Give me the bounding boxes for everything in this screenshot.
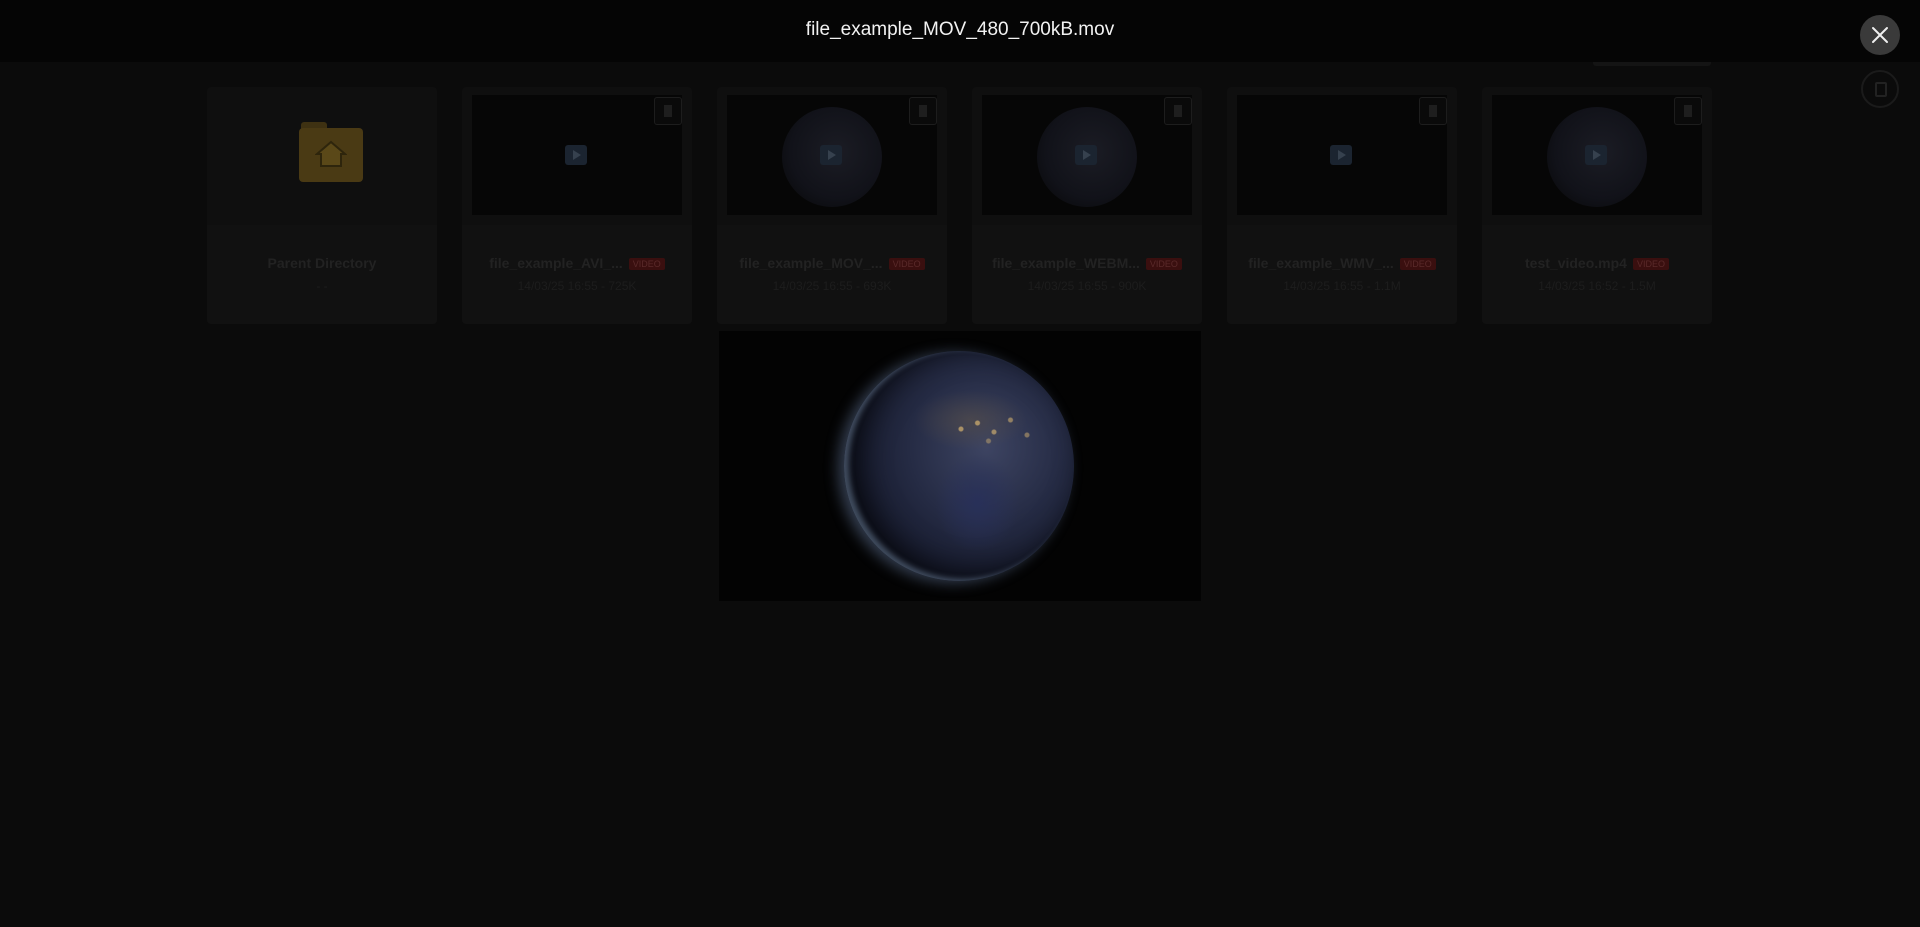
card-thumbnail: [982, 95, 1192, 215]
play-icon: [1075, 145, 1097, 165]
card-name: Parent Directory: [267, 255, 377, 271]
video-badge: VIDEO: [628, 258, 665, 271]
clipboard-icon: [1875, 82, 1887, 97]
play-icon: [1330, 145, 1352, 165]
card-video[interactable]: file_example_MOV_... VIDEO 14/03/25 16:55…: [717, 87, 947, 324]
card-parent-directory[interactable]: Parent Directory - -: [207, 87, 437, 324]
card-meta: 14/03/25 16:55 - 725K: [517, 279, 637, 293]
card-name: file_example_AVI_...: [489, 255, 623, 271]
card-thumbnail: [1492, 95, 1702, 215]
card-video[interactable]: file_example_WEBM... VIDEO 14/03/25 16:55…: [972, 87, 1202, 324]
select-checkbox[interactable]: [1674, 97, 1702, 125]
card-thumbnail: [217, 95, 427, 215]
video-badge: VIDEO: [1145, 258, 1182, 271]
viewer-top-bar: file_example_MOV_480_700kB.mov: [0, 0, 1920, 62]
select-checkbox[interactable]: [654, 97, 682, 125]
card-name: file_example_WMV_...: [1248, 255, 1394, 271]
card-thumbnail: [727, 95, 937, 215]
card-meta: 14/03/25 16:55 - 693K: [772, 279, 892, 293]
card-name: file_example_WEBM...: [992, 255, 1140, 271]
card-meta: 14/03/25 16:55 - 1.1M: [1283, 279, 1401, 293]
video-player[interactable]: [719, 331, 1201, 601]
close-icon: [1872, 27, 1888, 43]
viewer-title: file_example_MOV_480_700kB.mov: [805, 19, 1115, 40]
video-badge: VIDEO: [1632, 258, 1669, 271]
card-meta: - -: [316, 279, 328, 293]
play-icon: [565, 145, 587, 165]
clipboard-button[interactable]: [1861, 70, 1899, 108]
card-video[interactable]: file_example_WMV_... VIDEO 14/03/25 16:55…: [1227, 87, 1457, 324]
video-badge: VIDEO: [888, 258, 925, 271]
video-badge: VIDEO: [1399, 258, 1436, 271]
card-thumbnail: [1237, 95, 1447, 215]
card-name: test_video.mp4: [1525, 255, 1627, 271]
play-icon: [1585, 145, 1607, 165]
home-folder-icon: [299, 122, 363, 182]
select-checkbox[interactable]: [1419, 97, 1447, 125]
card-video[interactable]: file_example_AVI_... VIDEO 14/03/25 16:55…: [462, 87, 692, 324]
card-name: file_example_MOV_...: [739, 255, 883, 271]
close-button[interactable]: [1860, 15, 1900, 55]
card-meta: 14/03/25 16:52 - 1.5M: [1538, 279, 1656, 293]
select-checkbox[interactable]: [1164, 97, 1192, 125]
card-video[interactable]: test_video.mp4 VIDEO 14/03/25 16:52 - 1.5…: [1482, 87, 1712, 324]
card-thumbnail: [472, 95, 682, 215]
select-checkbox[interactable]: [909, 97, 937, 125]
play-icon: [820, 145, 842, 165]
card-meta: 14/03/25 16:55 - 900K: [1027, 279, 1147, 293]
